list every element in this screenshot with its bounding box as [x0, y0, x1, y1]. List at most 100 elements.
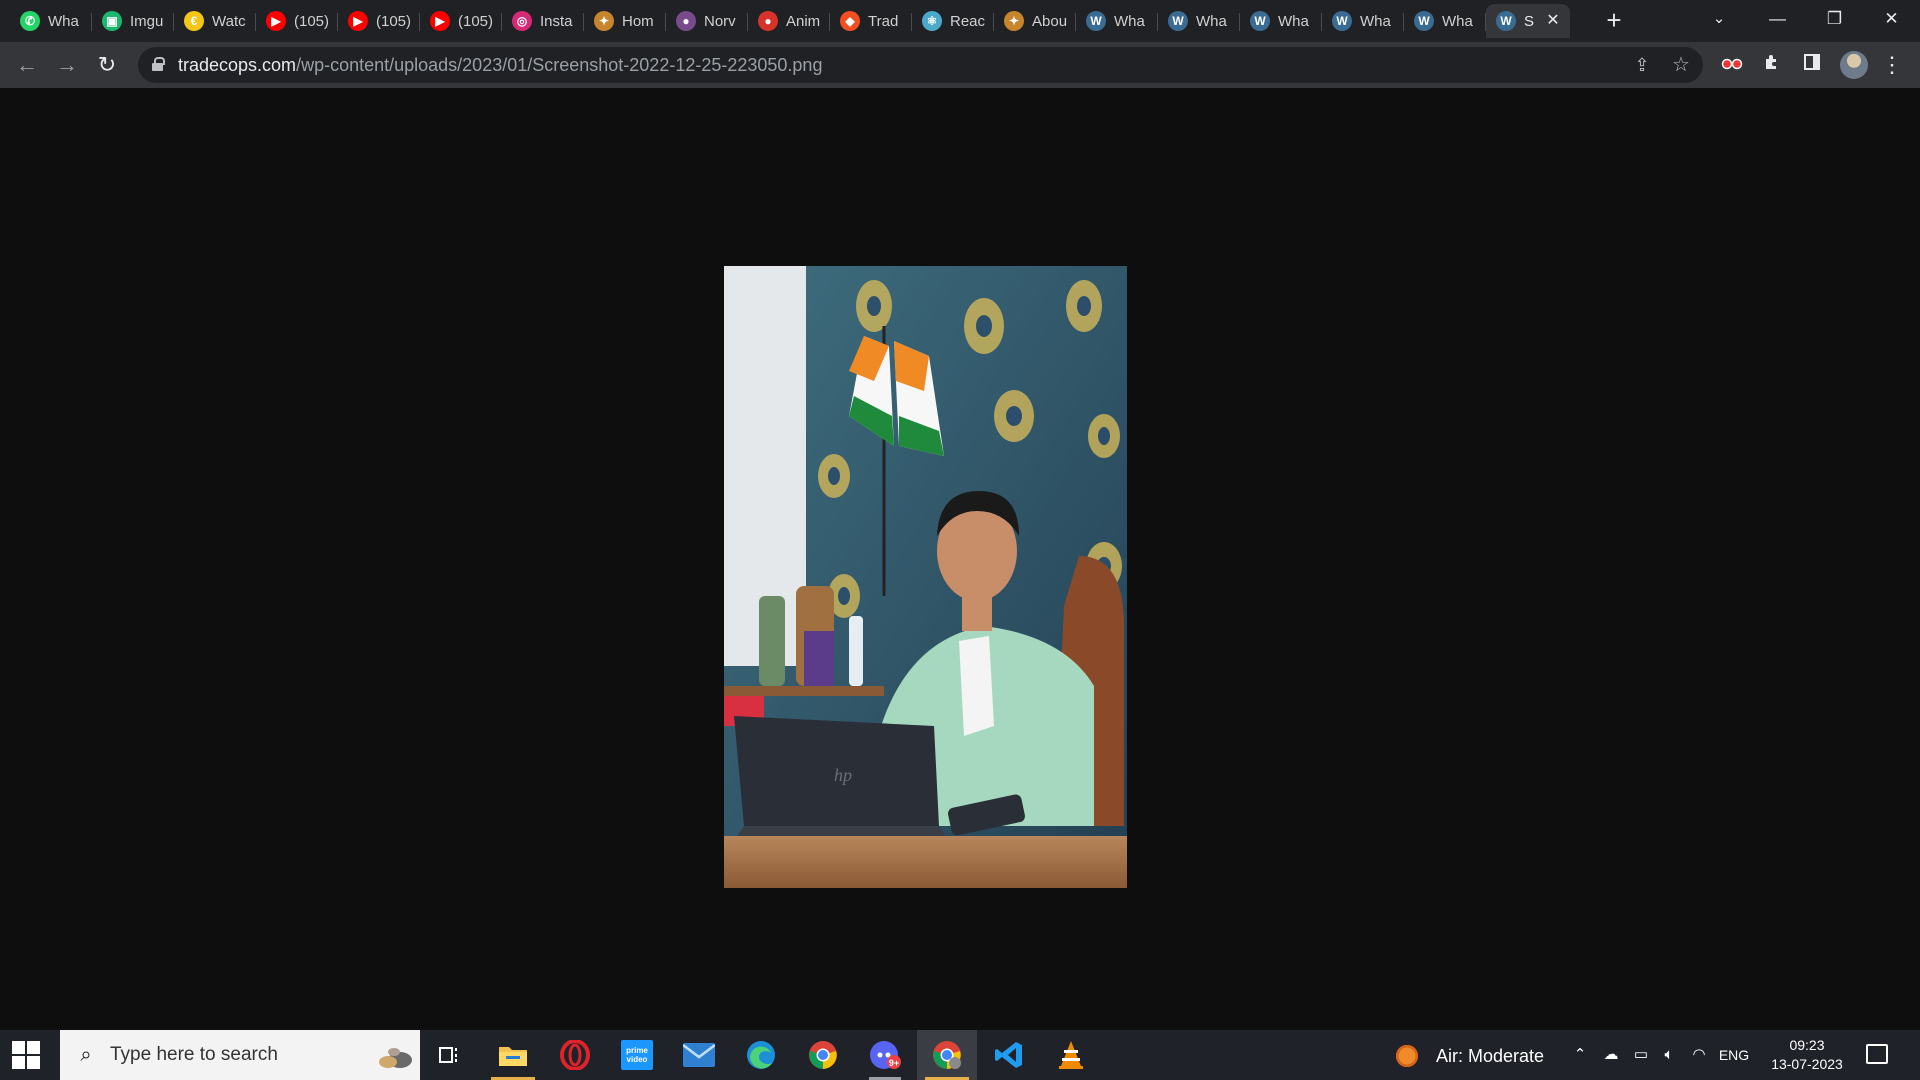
- svg-text:video: video: [627, 1055, 648, 1064]
- tab[interactable]: W Wha: [1076, 4, 1158, 38]
- tab-title: Wha: [1360, 12, 1391, 30]
- tab[interactable]: ◆ Trad: [830, 4, 912, 38]
- forward-button[interactable]: →: [52, 50, 82, 80]
- svg-text:hp: hp: [834, 765, 852, 785]
- tab[interactable]: ✆ Wha: [10, 4, 92, 38]
- onedrive-cloud-icon[interactable]: ☁: [1600, 1044, 1622, 1066]
- tray-chevron-up-icon[interactable]: ⌃: [1572, 1044, 1588, 1066]
- tab[interactable]: ⚛ Reac: [912, 4, 994, 38]
- battery-icon[interactable]: ▭: [1630, 1044, 1652, 1066]
- tab[interactable]: ✦ Hom: [584, 4, 666, 38]
- notification-center-icon[interactable]: [1866, 1044, 1888, 1064]
- address-bar[interactable]: tradecops.com/wp-content/uploads/2023/01…: [138, 47, 1703, 83]
- profile-avatar[interactable]: [1840, 51, 1868, 79]
- instagram-icon: ◎: [512, 11, 532, 31]
- search-icon: ⌕: [80, 1044, 92, 1066]
- chrome-icon[interactable]: [793, 1030, 853, 1080]
- tab-title: Imgu: [130, 12, 164, 30]
- taskbar-search-box[interactable]: ⌕ Type here to search: [60, 1030, 420, 1080]
- anime-icon: ●: [758, 11, 778, 31]
- svg-text:9+: 9+: [889, 1058, 899, 1068]
- file-explorer-icon[interactable]: [483, 1030, 543, 1080]
- tab[interactable]: ▶ (105): [420, 4, 502, 38]
- task-view-icon[interactable]: [420, 1030, 480, 1080]
- wordpress-icon: W: [1168, 11, 1188, 31]
- imgur-icon: ▣: [102, 11, 122, 31]
- tab[interactable]: ▶ (105): [338, 4, 420, 38]
- side-panel-icon[interactable]: [1800, 53, 1824, 77]
- windows-start-icon[interactable]: [12, 1041, 40, 1069]
- tab-list: ✆ Wha ▣ Imgu € Watc ▶ (105) ▶ (105) ▶ (105) ◎ Insta ✦ H…: [10, 4, 1570, 38]
- tab-title: (105): [294, 12, 330, 30]
- tab-title: Anim: [786, 12, 821, 30]
- wordpress-icon: W: [1496, 11, 1516, 31]
- tab[interactable]: € Watc: [174, 4, 256, 38]
- youtube-icon: ▶: [348, 11, 368, 31]
- url-host: tradecops.com: [178, 55, 297, 75]
- tab[interactable]: ● Anim: [748, 4, 830, 38]
- url-text[interactable]: tradecops.com/wp-content/uploads/2023/01…: [178, 55, 822, 76]
- tab-active[interactable]: W S ✕: [1486, 4, 1570, 38]
- tab-title: Hom: [622, 12, 654, 30]
- edge-icon[interactable]: [731, 1030, 791, 1080]
- air-quality-icon: [1394, 1043, 1420, 1069]
- mail-icon[interactable]: [669, 1030, 729, 1080]
- clock-time: 09:23: [1789, 1037, 1825, 1053]
- minimize-button[interactable]: —: [1749, 0, 1806, 38]
- lock-icon[interactable]: [152, 57, 165, 71]
- tab[interactable]: W Wha: [1322, 4, 1404, 38]
- tab-search-chevron-icon[interactable]: ⌄: [1708, 8, 1730, 30]
- svg-text:prime: prime: [626, 1046, 648, 1055]
- reload-button[interactable]: ↻: [92, 50, 122, 80]
- tab-title: Watc: [212, 12, 246, 30]
- tab[interactable]: W Wha: [1158, 4, 1240, 38]
- restore-button[interactable]: ❐: [1806, 0, 1863, 38]
- vlc-icon[interactable]: [1041, 1030, 1101, 1080]
- whatsapp-icon: ✆: [20, 11, 40, 31]
- share-icon[interactable]: ⇪: [1630, 53, 1654, 77]
- weather-widget[interactable]: Air: Moderate: [1394, 1042, 1544, 1070]
- figma-icon: ◆: [840, 11, 860, 31]
- tab[interactable]: ▶ (105): [256, 4, 338, 38]
- wordpress-icon: W: [1086, 11, 1106, 31]
- tab[interactable]: ▣ Imgu: [92, 4, 174, 38]
- tab[interactable]: W Wha: [1240, 4, 1322, 38]
- vscode-icon[interactable]: [979, 1030, 1039, 1080]
- clock[interactable]: 09:23 13-07-2023: [1762, 1036, 1852, 1074]
- home-site-icon: ✦: [594, 11, 614, 31]
- tab-strip: ✆ Wha ▣ Imgu € Watc ▶ (105) ▶ (105) ▶ (105) ◎ Insta ✦ H…: [0, 0, 1920, 42]
- tab-title: Reac: [950, 12, 986, 30]
- new-tab-button[interactable]: +: [1600, 7, 1628, 35]
- tab-title: Wha: [48, 12, 79, 30]
- wordpress-icon: W: [1332, 11, 1352, 31]
- tab[interactable]: ✦ Abou: [994, 4, 1076, 38]
- wifi-icon[interactable]: ◠: [1688, 1044, 1710, 1066]
- clock-date: 13-07-2023: [1771, 1056, 1843, 1072]
- tab-title: (105): [458, 12, 494, 30]
- windows-taskbar: ⌕ Type here to search prime video 9+ Air:…: [0, 1030, 1920, 1080]
- displayed-photo[interactable]: hp: [724, 266, 1127, 888]
- wordpress-icon: W: [1414, 11, 1434, 31]
- about-site-icon: ✦: [1004, 11, 1024, 31]
- chrome-profile-icon[interactable]: [917, 1030, 977, 1080]
- extensions-puzzle-icon[interactable]: [1760, 53, 1784, 77]
- prime-video-icon[interactable]: prime video: [607, 1030, 667, 1080]
- language-indicator[interactable]: ENG: [1716, 1044, 1752, 1066]
- bookmark-star-icon[interactable]: ☆: [1669, 53, 1693, 77]
- search-highlight-stones-icon: [378, 1040, 412, 1070]
- tab[interactable]: ● Norv: [666, 4, 748, 38]
- browser-menu-icon[interactable]: ⋮: [1880, 53, 1904, 77]
- weather-text: Air: Moderate: [1436, 1045, 1545, 1066]
- tab[interactable]: W Wha: [1404, 4, 1486, 38]
- tab[interactable]: ◎ Insta: [502, 4, 584, 38]
- close-window-button[interactable]: ✕: [1863, 0, 1920, 38]
- tab-title: S: [1524, 12, 1535, 30]
- opera-icon[interactable]: [545, 1030, 605, 1080]
- back-button[interactable]: ←: [12, 50, 42, 80]
- norv-icon: ●: [676, 11, 696, 31]
- extension-glasses-icon[interactable]: [1720, 53, 1744, 77]
- volume-icon[interactable]: 🔈︎: [1658, 1044, 1680, 1066]
- tab-title: Wha: [1278, 12, 1309, 30]
- discord-icon[interactable]: 9+: [855, 1030, 915, 1080]
- tab-close-icon[interactable]: ✕: [1544, 12, 1562, 30]
